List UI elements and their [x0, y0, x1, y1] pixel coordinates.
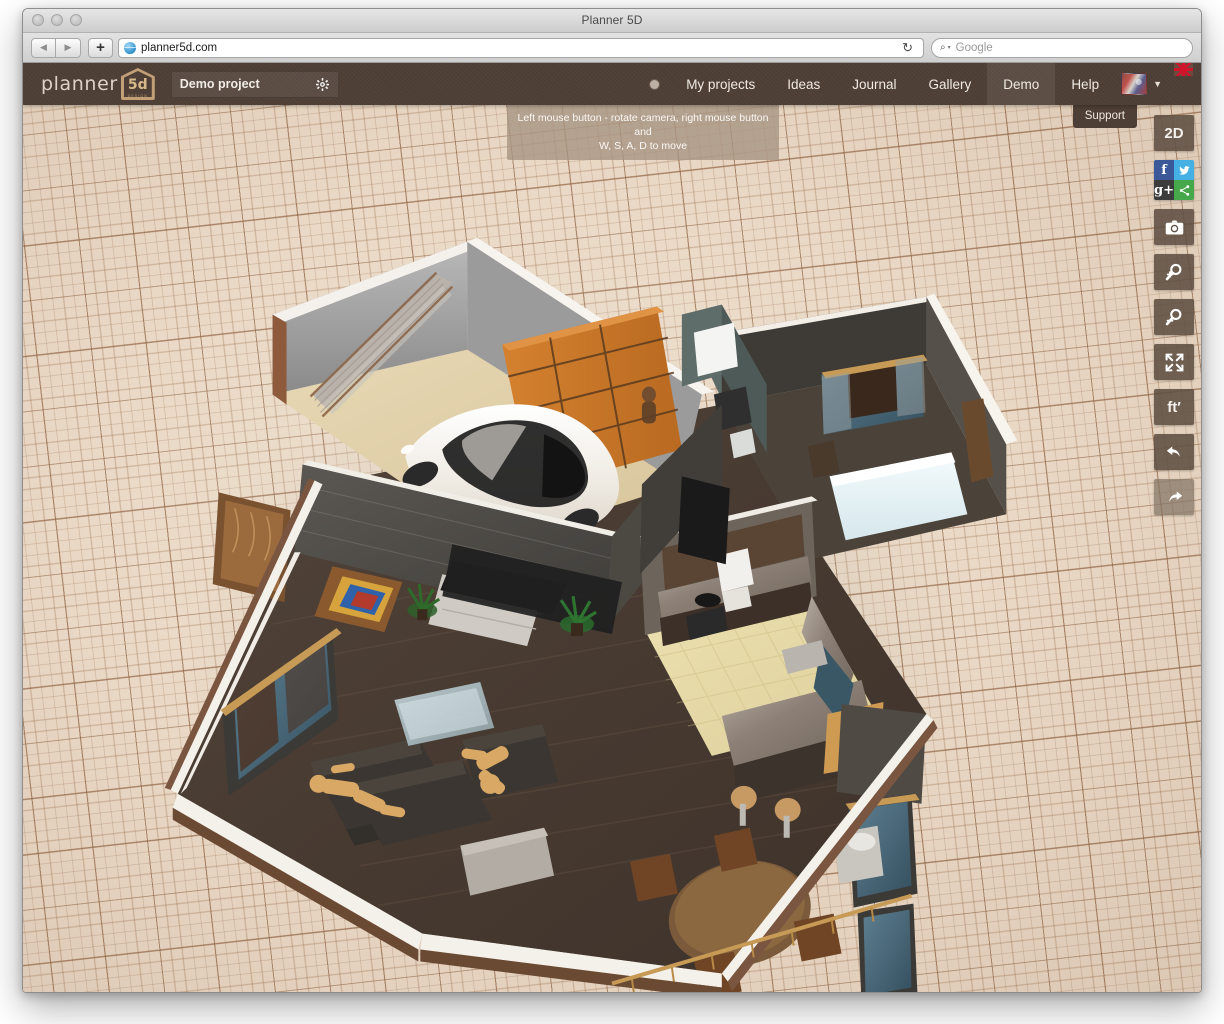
back-arrow-icon: ◀: [40, 43, 47, 52]
garage-left-exterior-wall: [273, 315, 287, 405]
window-with-curtains-right-2: [858, 904, 918, 993]
dining-chair-4[interactable]: [714, 828, 758, 872]
back-button[interactable]: ◀: [31, 38, 56, 58]
url-text: planner5d.com: [141, 42, 217, 54]
logo-badge-label: 5d: [121, 77, 155, 93]
gear-icon[interactable]: [315, 77, 330, 92]
google-plus-icon[interactable]: g+: [1154, 180, 1174, 200]
logo-wordmark: planner: [41, 73, 118, 95]
screenshot-camera-button[interactable]: [1154, 209, 1194, 245]
planner5d-app: planner 5d DESIGN Demo project: [23, 63, 1201, 993]
chevron-down-icon: ▾: [948, 44, 951, 51]
tooltip-line-1: Left mouse button - rotate camera, right…: [515, 111, 771, 139]
undo-button[interactable]: [1154, 434, 1194, 470]
redo-button[interactable]: [1154, 479, 1194, 515]
logo-house-badge-icon: 5d DESIGN: [121, 68, 155, 100]
avatar: [1121, 73, 1147, 95]
reload-icon[interactable]: ↻: [897, 41, 918, 54]
language-flag-icon[interactable]: [1174, 63, 1193, 76]
app-header: planner 5d DESIGN Demo project: [23, 63, 1201, 105]
dining-chair-3[interactable]: [794, 914, 842, 962]
nav-item-help[interactable]: Help: [1055, 63, 1115, 105]
interior-door: [678, 476, 730, 564]
support-tab-button[interactable]: Support: [1073, 105, 1137, 128]
browser-toolbar: ◀ ▶ + planner5d.com ↻ ⌕ ▾ Google: [23, 33, 1201, 63]
units-button[interactable]: ft′: [1154, 389, 1194, 425]
share-icon[interactable]: [1174, 180, 1194, 200]
planner5d-logo[interactable]: planner 5d DESIGN: [41, 68, 155, 100]
add-tab-button[interactable]: +: [88, 38, 113, 58]
social-share-grid[interactable]: f g+: [1154, 160, 1194, 200]
browser-window: Planner 5D ◀ ▶ + planner5d.com ↻ ⌕ ▾ Goo…: [22, 8, 1202, 993]
floor-plan-3d-scene[interactable]: [23, 105, 1201, 992]
search-input[interactable]: ⌕ ▾ Google: [931, 38, 1193, 58]
nav-item-ideas[interactable]: Ideas: [771, 63, 836, 105]
forward-arrow-icon: ▶: [65, 43, 72, 52]
stove-burner: [695, 593, 721, 607]
forward-button[interactable]: ▶: [56, 38, 81, 58]
main-navigation: My projects Ideas Journal Gallery Demo H…: [645, 63, 1201, 105]
user-menu-button[interactable]: ▼: [1115, 63, 1170, 105]
zoom-in-button[interactable]: [1154, 254, 1194, 290]
search-icon: ⌕: [940, 42, 946, 53]
person-figure: [642, 387, 656, 424]
nav-item-journal[interactable]: Journal: [836, 63, 912, 105]
dining-chair[interactable]: [630, 854, 678, 902]
twitter-icon[interactable]: [1174, 160, 1194, 180]
project-name-label: Demo project: [180, 77, 315, 91]
notifications-dot-button[interactable]: [645, 63, 670, 105]
nav-item-demo[interactable]: Demo: [987, 63, 1055, 105]
project-name-field[interactable]: Demo project: [171, 71, 339, 98]
design-viewport[interactable]: Left mouse button - rotate camera, right…: [23, 105, 1201, 993]
browser-title-bar: Planner 5D: [23, 9, 1201, 33]
chevron-down-icon: ▼: [1153, 79, 1162, 89]
nav-item-my-projects[interactable]: My projects: [670, 63, 771, 105]
zoom-out-button[interactable]: [1154, 299, 1194, 335]
camera-controls-tooltip: Left mouse button - rotate camera, right…: [507, 105, 779, 160]
logo-badge-sub: DESIGN: [121, 94, 155, 98]
address-bar[interactable]: planner5d.com ↻: [118, 38, 924, 58]
facebook-icon[interactable]: f: [1154, 160, 1174, 180]
globe-icon: [124, 42, 136, 54]
nav-item-gallery[interactable]: Gallery: [913, 63, 988, 105]
tooltip-line-2: W, S, A, D to move: [515, 139, 771, 153]
search-placeholder: Google: [956, 42, 993, 54]
fullscreen-button[interactable]: [1154, 344, 1194, 380]
navigation-buttons: ◀ ▶: [31, 38, 81, 58]
window-title: Planner 5D: [23, 13, 1201, 27]
view-mode-2d-button[interactable]: 2D: [1154, 115, 1194, 151]
viewport-toolbar: 2D f g+: [1154, 115, 1194, 515]
